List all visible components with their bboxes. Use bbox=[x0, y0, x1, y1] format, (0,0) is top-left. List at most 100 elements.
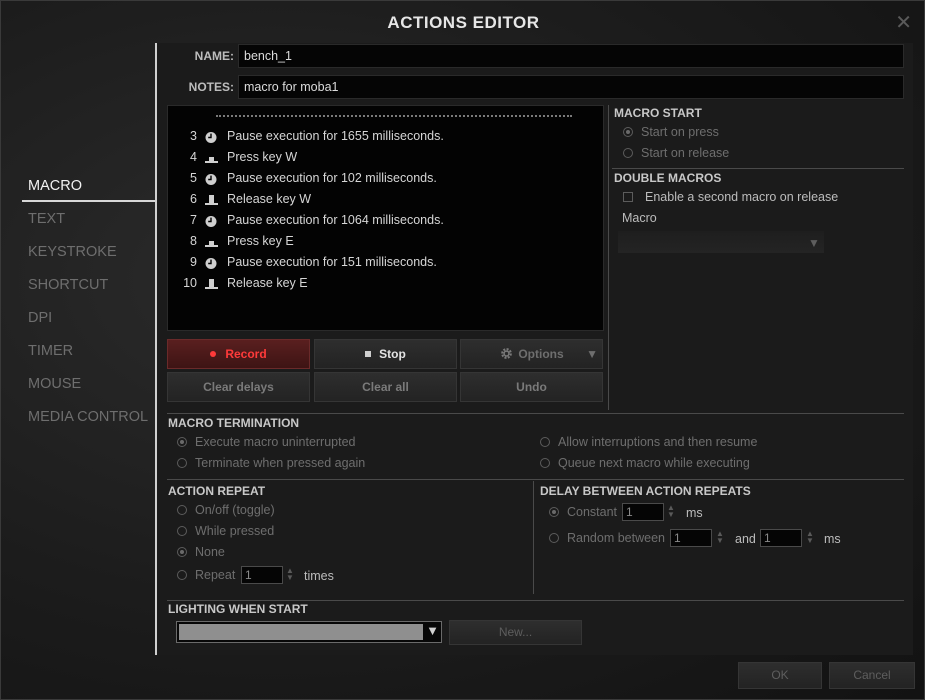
key-press-icon bbox=[204, 151, 219, 164]
name-field[interactable]: bench_1 bbox=[238, 44, 904, 68]
radio[interactable] bbox=[540, 458, 550, 468]
step-number: 4 bbox=[190, 150, 197, 164]
notes-label: NOTES: bbox=[188, 80, 234, 94]
delay-random-option[interactable]: Random between bbox=[549, 531, 665, 545]
step-number: 6 bbox=[190, 192, 197, 206]
step-text: Pause execution for 102 milliseconds. bbox=[227, 171, 437, 186]
radio-selected[interactable] bbox=[177, 547, 187, 557]
delay-constant-option[interactable]: Constant bbox=[549, 505, 617, 519]
delay-repeats-heading: DELAY BETWEEN ACTION REPEATS bbox=[540, 484, 751, 498]
termination-option-queue[interactable]: Queue next macro while executing bbox=[540, 456, 750, 470]
radio[interactable] bbox=[623, 148, 633, 158]
radio[interactable] bbox=[177, 458, 187, 468]
list-item[interactable]: 7 Pause execution for 1064 milliseconds. bbox=[168, 210, 444, 231]
delay-random-min-stepper[interactable]: ▲ ▼ bbox=[716, 530, 724, 545]
clear-delays-button[interactable]: Clear delays bbox=[167, 372, 310, 402]
column-divider bbox=[533, 481, 534, 594]
second-macro-select[interactable] bbox=[618, 231, 824, 253]
notes-field[interactable]: macro for moba1 bbox=[238, 75, 904, 99]
new-lighting-button[interactable]: New... bbox=[449, 620, 582, 645]
start-on-release-option[interactable]: Start on release bbox=[623, 146, 729, 160]
ok-button[interactable]: OK bbox=[738, 662, 822, 689]
radio-selected[interactable] bbox=[623, 127, 633, 137]
step-number: 7 bbox=[190, 213, 197, 227]
list-item[interactable]: 5 Pause execution for 102 milliseconds. bbox=[168, 168, 437, 189]
chevron-down-icon[interactable]: ▼ bbox=[426, 623, 439, 638]
column-divider bbox=[608, 105, 609, 410]
list-item[interactable]: 9 Pause execution for 151 milliseconds. bbox=[168, 252, 437, 273]
termination-option-pressed-again[interactable]: Terminate when pressed again bbox=[177, 456, 365, 470]
sidebar-item-shortcut[interactable]: SHORTCUT bbox=[22, 271, 156, 304]
delay-random-max-stepper[interactable]: ▲ ▼ bbox=[806, 530, 814, 545]
sidebar-item-mouse[interactable]: MOUSE bbox=[22, 370, 156, 403]
cancel-button[interactable]: Cancel bbox=[829, 662, 915, 689]
repeat-while-pressed-option[interactable]: While pressed bbox=[177, 524, 274, 538]
record-dot-icon bbox=[210, 351, 217, 357]
repeat-count-option[interactable]: Repeat bbox=[177, 568, 235, 582]
repeat-toggle-option[interactable]: On/off (toggle) bbox=[177, 503, 275, 517]
start-on-press-option[interactable]: Start on press bbox=[623, 125, 719, 139]
list-item[interactable]: 10 Release key E bbox=[168, 273, 308, 294]
checkbox[interactable] bbox=[623, 192, 633, 202]
radio-selected[interactable] bbox=[549, 507, 559, 517]
double-macros-heading: DOUBLE MACROS bbox=[614, 171, 722, 185]
key-press-icon bbox=[204, 235, 219, 248]
stop-button[interactable]: Stop bbox=[314, 339, 457, 369]
radio[interactable] bbox=[177, 570, 187, 580]
enable-second-macro-option[interactable]: Enable a second macro on release bbox=[623, 190, 838, 204]
sidebar-item-macro[interactable]: MACRO bbox=[22, 172, 156, 202]
undo-button[interactable]: Undo bbox=[460, 372, 603, 402]
record-button[interactable]: Record bbox=[167, 339, 310, 369]
list-scroll-indicator bbox=[216, 115, 572, 117]
close-icon[interactable]: ✕ bbox=[895, 13, 912, 33]
options-button[interactable]: Options ▼ bbox=[460, 339, 603, 369]
repeat-toggle-label: On/off (toggle) bbox=[195, 503, 275, 517]
step-number: 8 bbox=[190, 234, 197, 248]
chevron-down-icon[interactable]: ▼ bbox=[808, 236, 820, 250]
termination-option-uninterrupted[interactable]: Execute macro uninterrupted bbox=[177, 435, 356, 449]
list-item[interactable]: 6 Release key W bbox=[168, 189, 311, 210]
and-label: and bbox=[735, 532, 756, 546]
sidebar-item-dpi[interactable]: DPI bbox=[22, 304, 156, 337]
clock-icon bbox=[204, 130, 219, 144]
radio[interactable] bbox=[540, 437, 550, 447]
repeat-count-stepper[interactable]: ▲ ▼ bbox=[286, 567, 294, 582]
clear-all-button[interactable]: Clear all bbox=[314, 372, 457, 402]
divider bbox=[167, 479, 904, 480]
repeat-count-input[interactable]: 1 bbox=[241, 566, 283, 584]
macro-steps-list[interactable]: 3 Pause execution for 1655 milliseconds. … bbox=[167, 105, 604, 331]
radio[interactable] bbox=[177, 505, 187, 515]
key-release-icon bbox=[204, 193, 219, 206]
delay-constant-input[interactable]: 1 bbox=[622, 503, 664, 521]
macro-termination-heading: MACRO TERMINATION bbox=[168, 416, 300, 430]
list-item[interactable]: 4 Press key W bbox=[168, 147, 297, 168]
sidebar-item-media-control[interactable]: MEDIA CONTROL bbox=[22, 403, 156, 436]
list-item[interactable]: 8 Press key E bbox=[168, 231, 294, 252]
step-number: 10 bbox=[183, 276, 197, 290]
divider bbox=[167, 600, 904, 601]
step-text: Pause execution for 1064 milliseconds. bbox=[227, 213, 444, 228]
start-on-release-label: Start on release bbox=[641, 146, 730, 160]
repeat-none-option[interactable]: None bbox=[177, 545, 225, 559]
record-label: Record bbox=[225, 347, 267, 361]
delay-random-min-input[interactable]: 1 bbox=[670, 529, 712, 547]
step-number: 3 bbox=[190, 129, 197, 143]
list-item[interactable]: 3 Pause execution for 1655 milliseconds. bbox=[168, 126, 444, 147]
radio[interactable] bbox=[177, 526, 187, 536]
lighting-heading: LIGHTING WHEN START bbox=[168, 602, 308, 616]
sidebar-item-keystroke[interactable]: KEYSTROKE bbox=[22, 238, 156, 271]
key-release-icon bbox=[204, 277, 219, 290]
sidebar-item-text[interactable]: TEXT bbox=[22, 205, 156, 238]
sidebar: MACRO TEXT KEYSTROKE SHORTCUT DPI TIMER … bbox=[22, 172, 156, 436]
radio-selected[interactable] bbox=[177, 437, 187, 447]
lighting-select[interactable]: ▼ bbox=[176, 621, 442, 643]
macro-select-label: Macro bbox=[622, 211, 657, 225]
times-label: times bbox=[304, 569, 334, 583]
stop-square-icon bbox=[365, 351, 372, 357]
delay-constant-stepper[interactable]: ▲ ▼ bbox=[667, 504, 675, 519]
termination-option-interruptions[interactable]: Allow interruptions and then resume bbox=[540, 435, 757, 449]
step-text: Press key E bbox=[227, 234, 294, 249]
delay-random-max-input[interactable]: 1 bbox=[760, 529, 802, 547]
radio[interactable] bbox=[549, 533, 559, 543]
sidebar-item-timer[interactable]: TIMER bbox=[22, 337, 156, 370]
